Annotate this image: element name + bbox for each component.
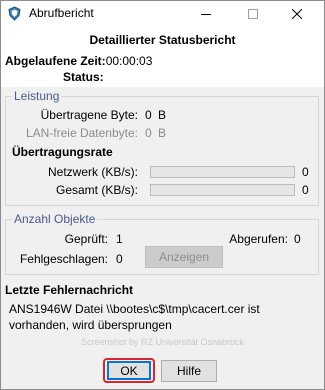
status-label-text: Status:	[63, 70, 104, 84]
close-icon	[292, 9, 302, 19]
performance-group-title: Leistung	[12, 89, 62, 103]
transferred-unit: B	[158, 108, 167, 122]
total-rate-bar	[150, 184, 295, 196]
window-title: Abrufbericht	[29, 6, 94, 20]
title-bar[interactable]: Abrufbericht	[1, 1, 324, 27]
network-label: Netzwerk (KB/s):	[47, 165, 138, 179]
status-label: Status:	[63, 70, 104, 84]
watermark-text: Screenshot by RZ Universität Osnabrück	[80, 337, 245, 347]
page-title: Detaillierter Statusbericht	[89, 33, 236, 47]
lanfree-label: LAN-freie Datenbyte:	[25, 126, 138, 140]
ok-button-highlight	[103, 358, 155, 383]
network-rate-bar	[150, 166, 295, 178]
objects-group-title: Anzahl Objekte	[12, 212, 98, 226]
lanfree-unit: B	[158, 126, 167, 140]
retrieved-label: Abgerufen:	[229, 232, 288, 246]
failed-value: 0	[116, 252, 123, 266]
retrieved-value: 0	[294, 232, 301, 246]
transferred-value: 0	[145, 108, 152, 122]
performance-group: Leistung Übertragene Byte: 0 B LAN-freie…	[5, 89, 319, 206]
help-button[interactable]: Hilfe	[161, 360, 217, 382]
total-label: Gesamt (KB/s):	[55, 183, 138, 197]
report-window: Abrufbericht Detaillierter Statusbericht…	[0, 0, 325, 390]
error-message: ANS1946W Datei \\bootes\c$\tmp\cacert.ce…	[9, 302, 260, 332]
elapsed-label: Abgelaufene Zeit:	[5, 54, 106, 68]
show-failed-button[interactable]: Anzeigen	[145, 246, 223, 268]
elapsed-time: Abgelaufene Zeit:00:00:03	[5, 54, 152, 68]
shield-app-icon	[7, 6, 22, 21]
transferred-label: Übertragene Byte:	[40, 108, 138, 122]
total-value: 0	[302, 183, 309, 197]
maximize-button[interactable]	[233, 1, 273, 27]
objects-group: Anzahl Objekte Geprüft: 1 Abgerufen: 0 F…	[5, 212, 319, 275]
minimize-button[interactable]	[186, 1, 226, 27]
error-title: Letzte Fehlernachricht	[5, 283, 134, 297]
close-button[interactable]	[277, 1, 317, 27]
network-value: 0	[302, 165, 309, 179]
checked-value: 1	[116, 232, 123, 246]
checked-label: Geprüft:	[64, 232, 108, 246]
elapsed-value: 00:00:03	[105, 54, 153, 68]
status-header: Detaillierter Statusbericht Abgelaufene …	[1, 27, 324, 87]
rate-title: Übertragungsrate	[12, 145, 113, 159]
failed-label: Fehlgeschlagen:	[19, 252, 108, 266]
lanfree-value: 0	[145, 126, 152, 140]
